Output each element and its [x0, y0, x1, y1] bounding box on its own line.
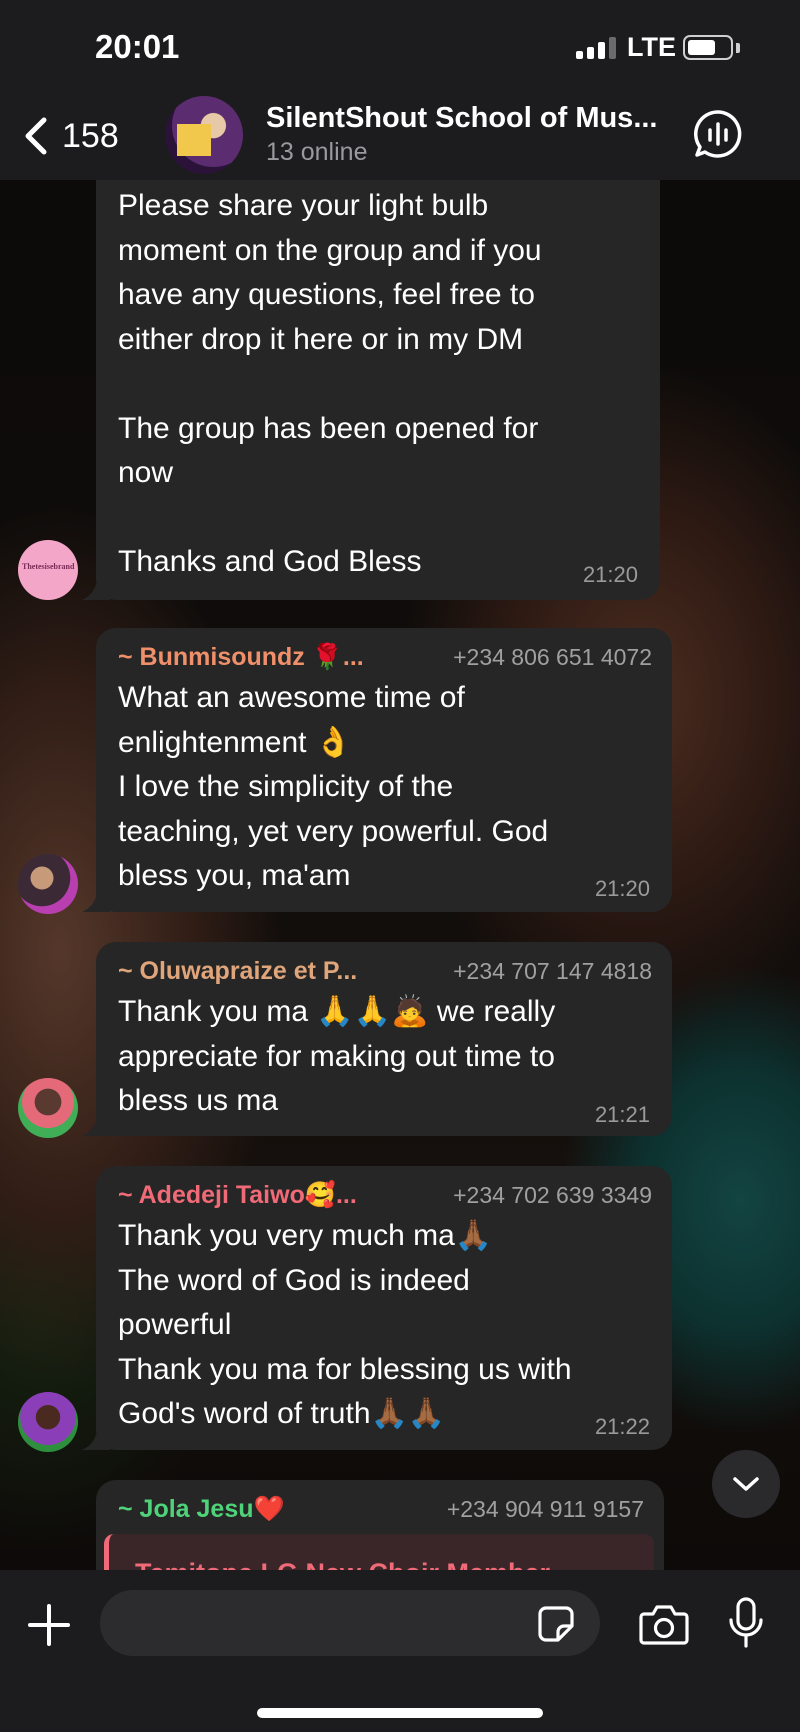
group-title[interactable]: SilentShout School of Mus...: [266, 102, 658, 135]
message-time: 21:20: [594, 876, 650, 901]
bubble-tail: [82, 888, 110, 912]
camera-icon[interactable]: [638, 1602, 690, 1646]
message-input[interactable]: [100, 1590, 600, 1656]
sender-phone: +234 904 911 9157: [446, 1495, 644, 1522]
status-time: 20:01: [95, 28, 180, 65]
message-text: Thank you very much ma🙏🏾 The word of God…: [118, 1219, 572, 1430]
avatar-label: Thetesisebrand: [22, 562, 75, 571]
sender-name[interactable]: ~ Oluwapraize et P...: [118, 957, 357, 986]
bubble-tail: [82, 1426, 110, 1450]
avatar[interactable]: [18, 1392, 78, 1452]
sticker-icon[interactable]: [536, 1604, 576, 1644]
message-time: 21:21: [594, 1102, 650, 1127]
sender-name[interactable]: ~ Jola Jesu❤️: [118, 1495, 285, 1524]
battery-icon: [683, 35, 733, 60]
message-text: Thank you ma 🙏🙏🙇 we really appreciate fo…: [118, 995, 556, 1117]
message-bubble[interactable]: Please share your light bulb moment on t…: [82, 140, 660, 600]
poster-graphic: [177, 124, 211, 156]
message-time: 21:22: [594, 1414, 650, 1439]
message-bubble[interactable]: ~ Bunmisoundz 🌹... +234 806 651 4072 Wha…: [82, 628, 672, 912]
chevron-left-icon: [25, 117, 47, 155]
composer-bar: [0, 1570, 800, 1732]
attach-plus-icon[interactable]: [26, 1602, 72, 1648]
online-count: 13 online: [266, 138, 368, 166]
back-button[interactable]: 158: [16, 106, 119, 166]
sender-phone: +234 707 147 4818: [453, 957, 652, 984]
chat-header: 158 SilentShout School of Mus... 13 onli…: [0, 92, 800, 180]
avatar[interactable]: [18, 854, 78, 914]
message-bubble[interactable]: ~ Oluwapraize et P... +234 707 147 4818 …: [82, 942, 672, 1136]
chevron-down-icon: [733, 1477, 759, 1491]
bubble-tail: [82, 576, 110, 600]
signal-icon: [576, 37, 618, 59]
sender-name[interactable]: ~ Adedeji Taiwo🥰...: [118, 1181, 357, 1210]
group-avatar[interactable]: [165, 96, 243, 174]
status-bar: 20:01 LTE: [0, 0, 800, 92]
battery-tip: [736, 43, 740, 53]
sender-phone: +234 702 639 3349: [453, 1181, 652, 1208]
message-text: What an awesome time of enlightenment 👌 …: [118, 681, 549, 892]
network-label: LTE: [627, 32, 676, 62]
sender-name[interactable]: ~ Bunmisoundz 🌹...: [118, 643, 364, 672]
voice-chat-icon[interactable]: [692, 108, 744, 160]
message-time: 21:20: [582, 562, 638, 587]
sender-phone: +234 806 651 4072: [453, 643, 652, 670]
scroll-to-bottom-button[interactable]: [712, 1450, 780, 1518]
microphone-icon[interactable]: [726, 1596, 766, 1650]
avatar[interactable]: [18, 1078, 78, 1138]
home-indicator: [257, 1708, 543, 1718]
message-text: Please share your light bulb moment on t…: [118, 189, 542, 578]
avatar[interactable]: Thetesisebrand: [18, 540, 78, 600]
unread-count: 158: [62, 116, 119, 155]
message-bubble[interactable]: ~ Adedeji Taiwo🥰... +234 702 639 3349 Th…: [82, 1166, 672, 1450]
bubble-tail: [82, 1112, 110, 1136]
